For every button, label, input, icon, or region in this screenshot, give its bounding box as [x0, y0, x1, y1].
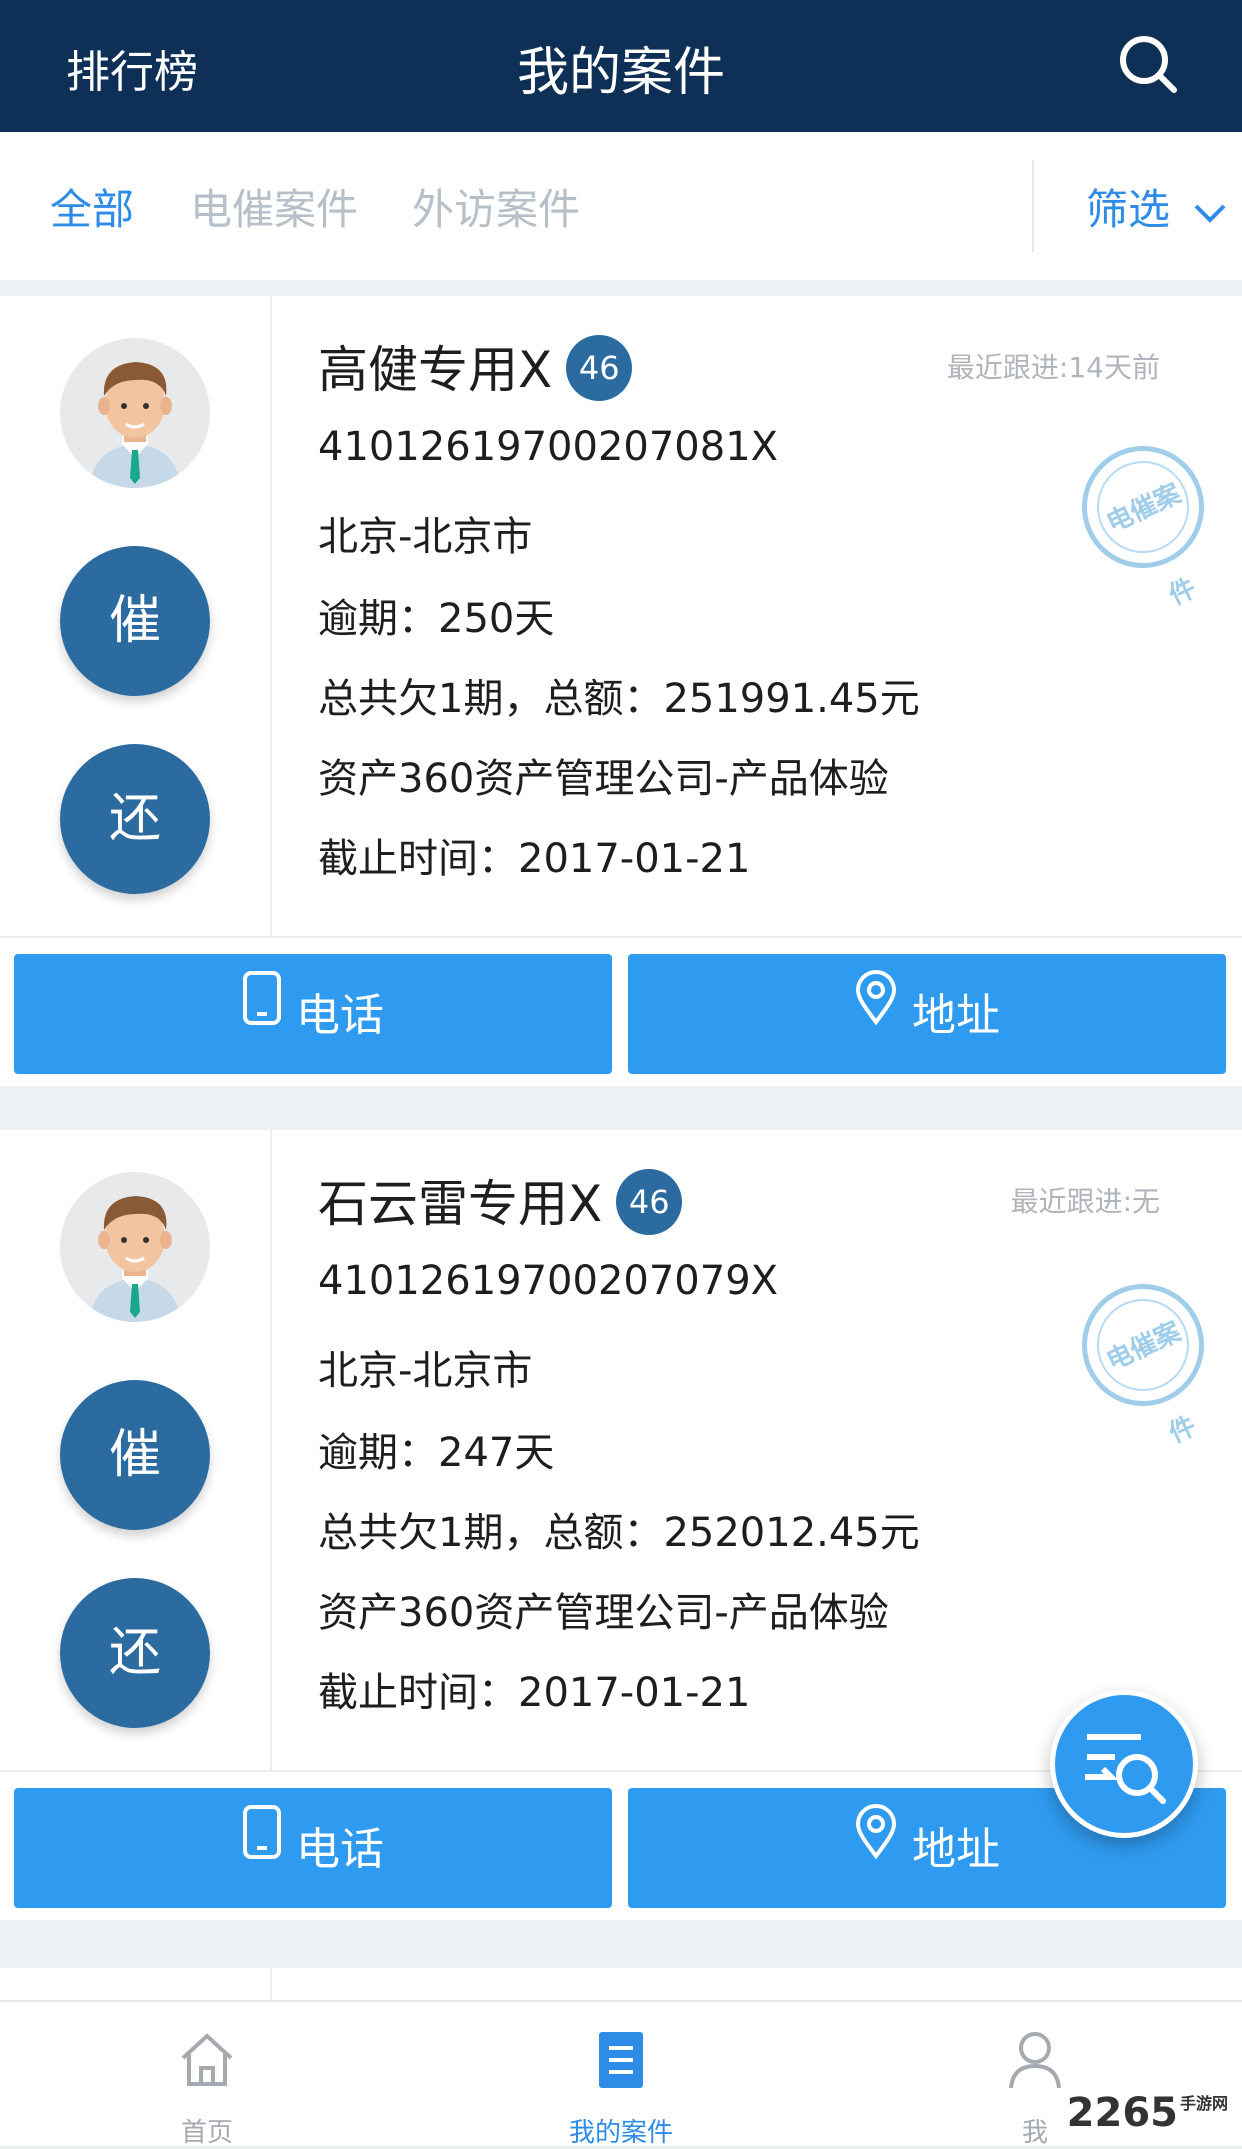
- case-filter-tabs: 全部 电催案件 外访案件 筛选: [0, 132, 1242, 280]
- card-divider: [270, 1130, 272, 1770]
- user-icon: [1005, 2030, 1065, 2090]
- filter-button[interactable]: 筛选: [1086, 176, 1227, 237]
- location: 北京-北京市: [318, 1348, 533, 1394]
- debtor-name: 石云雷专用X: [318, 1175, 603, 1233]
- debt-summary: 总共欠1期，总额：251991.45元: [318, 676, 920, 722]
- watermark-logo: 2265 手游网: [1067, 2090, 1228, 2136]
- repay-button[interactable]: 还: [60, 1578, 210, 1728]
- repay-button[interactable]: 还: [60, 744, 210, 894]
- stamp-label: 电催案件: [1081, 445, 1205, 611]
- card-divider: [270, 296, 272, 936]
- location-pin-icon: [854, 1786, 898, 1906]
- phone-label: 电话: [296, 1824, 384, 1875]
- last-follow-up: 最近跟进:14天前: [946, 351, 1160, 384]
- address-button[interactable]: 地址: [628, 954, 1226, 1074]
- nav-home-label: 首页: [180, 2118, 233, 2148]
- last-follow-up: 最近跟进:无: [1010, 1185, 1160, 1218]
- deadline: 截止时间：2017-01-21: [318, 1670, 751, 1716]
- urge-button[interactable]: 催: [60, 1380, 210, 1530]
- tab-divider: [1032, 160, 1034, 252]
- search-icon[interactable]: [1116, 32, 1184, 100]
- tab-visit-collection[interactable]: 外访案件: [412, 176, 580, 237]
- debt-summary: 总共欠1期，总额：252012.45元: [318, 1510, 920, 1556]
- case-card[interactable]: 催 还 高健专用X 46 最近跟进:14天前 41012619700207081X…: [0, 296, 1242, 1086]
- avatar: [60, 338, 210, 488]
- urge-button[interactable]: 催: [60, 546, 210, 696]
- filter-label: 筛选: [1086, 185, 1171, 234]
- chevron-down-icon: [1193, 185, 1227, 234]
- case-card[interactable]: 催 还 石云雷专用X 46 最近跟进:无 41012619700207079X 北…: [0, 1130, 1242, 1920]
- page-title: 我的案件: [516, 43, 725, 103]
- nav-home[interactable]: 首页: [0, 2002, 414, 2148]
- stamp-label: 电催案件: [1081, 1283, 1205, 1449]
- id-number: 41012619700207081X: [318, 424, 779, 470]
- bottom-tab-bar: 首页 我的案件 我: [0, 2000, 1242, 2148]
- company-name: 资产360资产管理公司-产品体验: [318, 1590, 889, 1636]
- debtor-name-row: 高健专用X 46: [318, 330, 633, 407]
- avatar: [60, 1172, 210, 1322]
- watermark-main: 2265: [1066, 2090, 1178, 2136]
- address-label: 地址: [912, 1824, 1000, 1875]
- nav-my-cases[interactable]: 我的案件: [414, 2002, 828, 2148]
- case-type-stamp: 电催案件: [1061, 425, 1225, 611]
- phone-icon: [242, 1786, 282, 1906]
- phone-icon: [242, 952, 282, 1072]
- case-type-stamp: 电催案件: [1061, 1263, 1225, 1449]
- tab-all[interactable]: 全部: [50, 176, 134, 237]
- home-icon: [177, 2030, 237, 2090]
- company-name: 资产360资产管理公司-产品体验: [318, 756, 889, 802]
- list-search-icon: [1085, 1734, 1166, 1804]
- location: 北京-北京市: [318, 514, 533, 560]
- phone-button[interactable]: 电话: [14, 1788, 612, 1908]
- debtor-name-row: 石云雷专用X 46: [318, 1164, 683, 1241]
- address-label: 地址: [912, 990, 1000, 1041]
- phone-label: 电话: [296, 990, 384, 1041]
- search-cases-fab[interactable]: [1050, 1690, 1198, 1838]
- card-separator: [0, 936, 1242, 938]
- top-nav-bar: 排行榜 我的案件: [0, 0, 1242, 132]
- overdue-days: 逾期：247天: [318, 1430, 555, 1476]
- document-list-icon: [591, 2030, 651, 2090]
- case-count-badge: 46: [566, 334, 633, 401]
- location-pin-icon: [854, 952, 898, 1072]
- phone-button[interactable]: 电话: [14, 954, 612, 1074]
- tab-phone-collection[interactable]: 电催案件: [190, 176, 358, 237]
- id-number: 41012619700207079X: [318, 1258, 779, 1304]
- deadline: 截止时间：2017-01-21: [318, 836, 751, 882]
- nav-my-cases-label: 我的案件: [568, 2118, 673, 2148]
- case-count-badge: 46: [616, 1168, 683, 1235]
- debtor-name: 高健专用X: [318, 341, 553, 399]
- overdue-days: 逾期：250天: [318, 596, 555, 642]
- watermark-sub: 手游网: [1179, 2094, 1228, 2113]
